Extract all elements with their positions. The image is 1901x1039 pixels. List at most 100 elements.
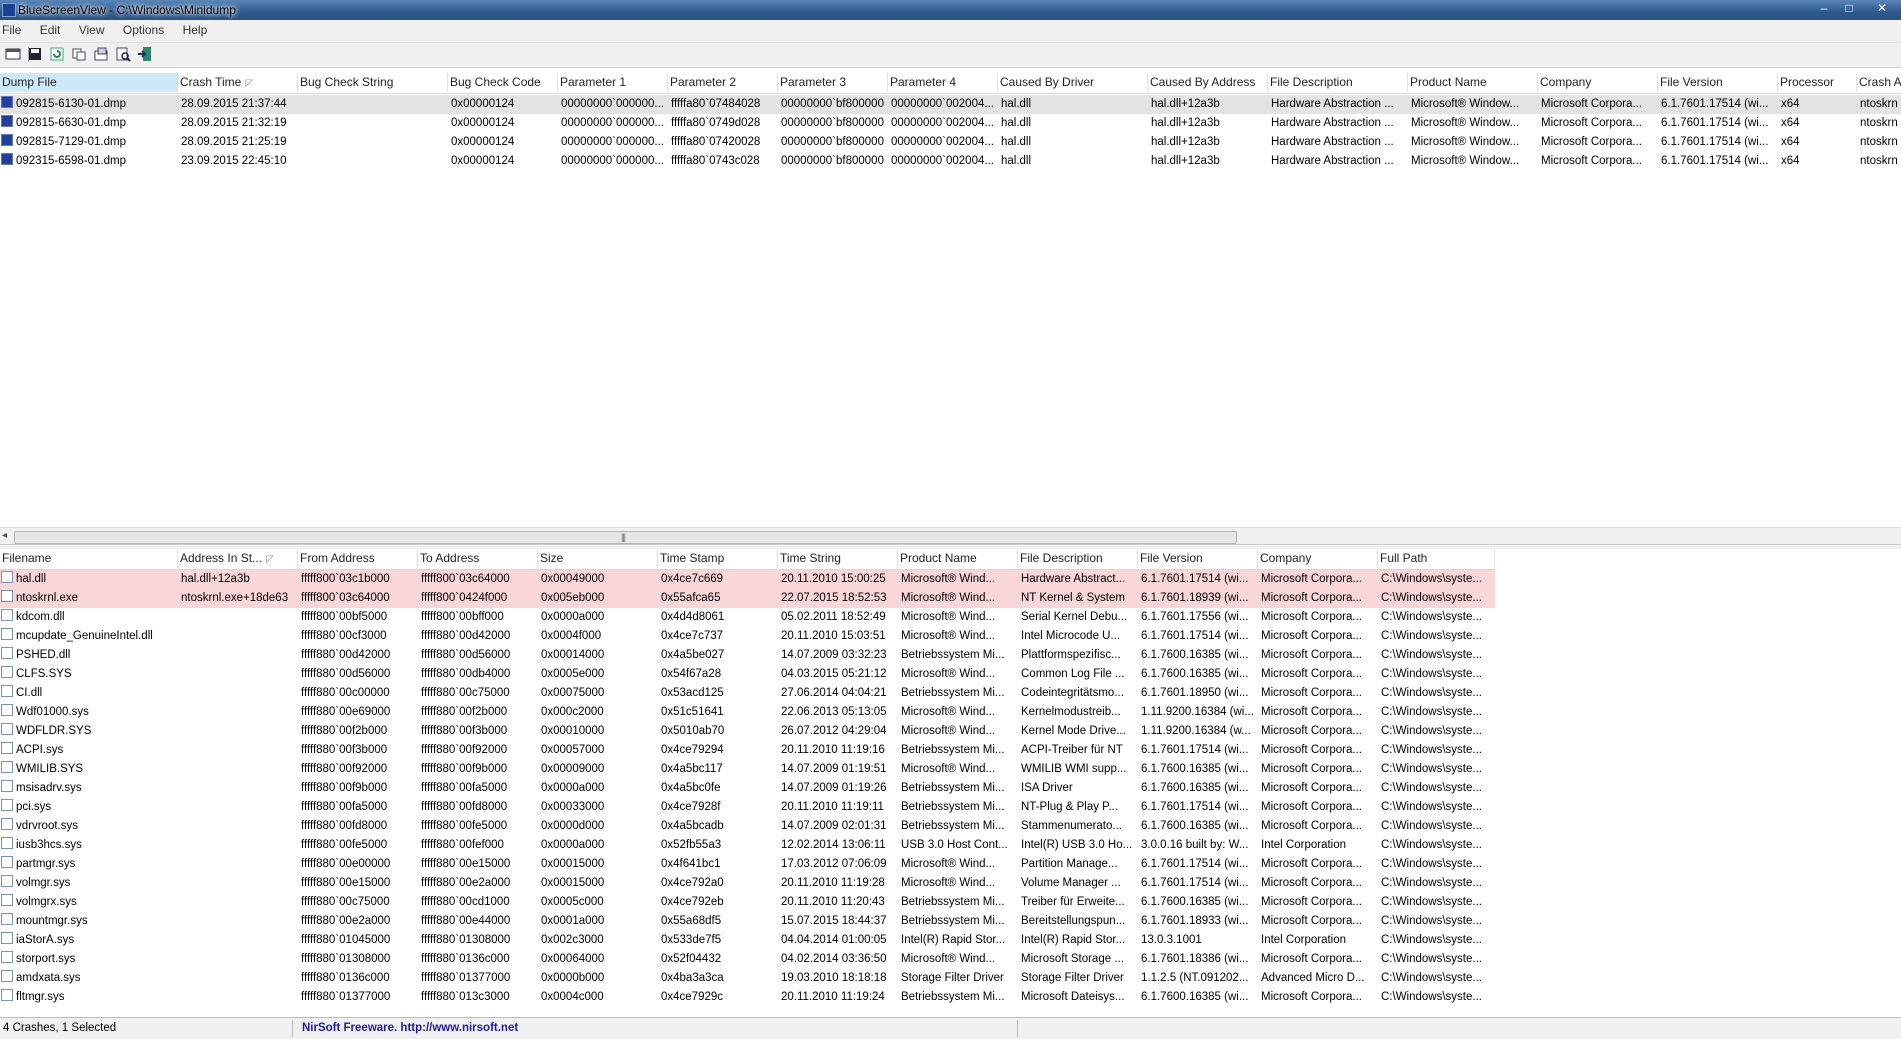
caused-by-driver-cell: hal.dll (998, 95, 1148, 114)
menu-edit[interactable]: Edit (31, 20, 67, 37)
crash-col-header[interactable]: Company (1538, 73, 1658, 92)
driver-row[interactable]: iaStorA.sys fffff880`01045000 fffff880`013… (0, 931, 1495, 950)
crash-col-header[interactable]: Parameter 1 (558, 73, 668, 92)
driver-row[interactable]: vdrvroot.sys fffff880`00fd8000 fffff880`00… (0, 817, 1495, 836)
driver-row[interactable]: storport.sys fffff880`01308000 fffff880`01… (0, 950, 1495, 969)
driver-row[interactable]: mountmgr.sys fffff880`00e2a000 fffff880`00… (0, 912, 1495, 931)
cell-text: fffffa80`07420028 (671, 136, 761, 148)
save-html-report-icon[interactable] (5, 46, 21, 62)
driver-col-header[interactable]: File Version (1138, 549, 1258, 568)
product-name-cell: Intel(R) Rapid Stor... (898, 931, 1018, 950)
minimize-button[interactable]: ‒ (1812, 1, 1836, 17)
nirsoft-link[interactable]: NirSoft Freeware. http://www.nirsoft.net (302, 1022, 518, 1034)
driver-row[interactable]: WMILIB.SYS fffff880`00f92000 fffff880`00f9… (0, 760, 1495, 779)
cell-text: 6.1.7601.18939 (wi... (1141, 592, 1249, 604)
find-icon[interactable] (115, 46, 131, 62)
from-address-cell: fffff880`00f9b000 (298, 779, 418, 798)
driver-row[interactable]: hal.dll hal.dll+12a3b fffff800`03c1b000 fff… (0, 570, 1495, 589)
cell-text: 00000000`bf800000 (781, 98, 884, 110)
driver-row[interactable]: PSHED.dll fffff880`00d42000 fffff880`00d56… (0, 646, 1495, 665)
scroll-left-icon[interactable]: ◂ (2, 530, 7, 541)
driver-row[interactable]: CLFS.SYS fffff880`00d56000 fffff880`00db40… (0, 665, 1495, 684)
product-name-cell: Betriebssystem Mi... (898, 893, 1018, 912)
menu-options[interactable]: Options (114, 20, 170, 37)
driver-row[interactable]: pci.sys fffff880`00fa5000 fffff880`00fd800… (0, 798, 1495, 817)
crash-col-header[interactable]: Product Name (1408, 73, 1538, 92)
crash-col-header[interactable]: Dump File (0, 73, 178, 92)
time-stamp-cell: 0x4ce792a0 (658, 874, 778, 893)
cell-text: 28.09.2015 21:37:44 (181, 98, 287, 110)
crash-col-header[interactable]: Bug Check String (298, 73, 448, 92)
driver-col-header[interactable]: Time Stamp (658, 549, 778, 568)
driver-file-icon (1, 666, 13, 678)
driver-col-header[interactable]: To Address (418, 549, 538, 568)
menu-file[interactable]: File (0, 20, 27, 37)
driver-col-header[interactable]: Full Path (1378, 549, 1495, 568)
time-stamp-cell: 0x533de7f5 (658, 931, 778, 950)
driver-row[interactable]: partmgr.sys fffff880`00e00000 fffff880`00e… (0, 855, 1495, 874)
driver-row[interactable]: amdxata.sys fffff880`0136c000 fffff880`013… (0, 969, 1495, 988)
crash-row[interactable]: 092315-6598-01.dmp 23.09.2015 22:45:10 0x0… (0, 152, 1901, 171)
driver-row[interactable]: volmgrx.sys fffff880`00c75000 fffff880`00c… (0, 893, 1495, 912)
crash-col-header[interactable]: Caused By Driver (998, 73, 1148, 92)
driver-row[interactable]: volmgr.sys fffff880`00e15000 fffff880`00e2… (0, 874, 1495, 893)
driver-col-header[interactable]: Product Name (898, 549, 1018, 568)
driver-col-header[interactable]: File Description (1018, 549, 1138, 568)
crash-col-header[interactable]: Bug Check Code (448, 73, 558, 92)
crash-col-header[interactable]: Processor (1778, 73, 1857, 92)
close-button[interactable]: ✕ (1870, 1, 1894, 17)
cell-text: CI.dll (16, 687, 43, 699)
driver-row[interactable]: ACPI.sys fffff880`00f3b000 fffff880`00f920… (0, 741, 1495, 760)
crash-col-header[interactable]: File Version (1658, 73, 1778, 92)
sort-arrow-icon: ◸ (266, 554, 274, 565)
crash-col-header[interactable]: Caused By Address (1148, 73, 1268, 92)
crash-col-header[interactable]: Crash Time ◸ (178, 73, 298, 92)
crash-col-header[interactable]: Parameter 4 (888, 73, 998, 92)
driver-row[interactable]: ntoskrnl.exe ntoskrnl.exe+18de63 fffff800`… (0, 589, 1495, 608)
exit-icon[interactable] (137, 46, 153, 62)
driver-col-header[interactable]: Size (538, 549, 658, 568)
driver-col-header[interactable]: From Address (298, 549, 418, 568)
column-label: Address In St... (180, 551, 263, 565)
crash-col-header[interactable]: Parameter 2 (668, 73, 778, 92)
driver-row[interactable]: WDFLDR.SYS fffff880`00f2b000 fffff880`00f3… (0, 722, 1495, 741)
column-label: Crash A (1859, 75, 1901, 89)
from-address-cell: fffff880`00d42000 (298, 646, 418, 665)
cell-text: hal.dll+12a3b (1151, 136, 1220, 148)
driver-row[interactable]: kdcom.dll fffff800`00bf5000 fffff800`00bff… (0, 608, 1495, 627)
crash-row[interactable]: 092815-6630-01.dmp 28.09.2015 21:32:19 0x0… (0, 114, 1901, 133)
file-description-cell: Hardware Abstraction ... (1268, 152, 1408, 171)
product-name-cell: Microsoft® Window... (1408, 133, 1538, 152)
cell-text: C:\Windows\syste... (1381, 744, 1482, 756)
cell-text: 6.1.7600.16385 (wi... (1141, 668, 1249, 680)
menu-view[interactable]: View (70, 20, 111, 37)
driver-row[interactable]: CI.dll fffff880`00c00000 fffff880`00c75000… (0, 684, 1495, 703)
driver-col-header[interactable]: Address In St... ◸ (178, 549, 298, 568)
driver-col-header[interactable]: Company (1258, 549, 1378, 568)
crash-col-header[interactable]: Crash A (1857, 73, 1901, 92)
crash-row[interactable]: 092815-7129-01.dmp 28.09.2015 21:25:19 0x0… (0, 133, 1901, 152)
full-path-cell: C:\Windows\syste... (1378, 703, 1495, 722)
refresh-icon[interactable] (49, 46, 65, 62)
crash-col-header[interactable]: File Description (1268, 73, 1408, 92)
driver-col-header[interactable]: Time String (778, 549, 898, 568)
crash-col-header[interactable]: Parameter 3 (778, 73, 888, 92)
driver-col-header[interactable]: Filename (0, 549, 178, 568)
save-icon[interactable] (27, 46, 43, 62)
driver-row[interactable]: Wdf01000.sys fffff880`00e69000 fffff880`00… (0, 703, 1495, 722)
cell-text: 0x4a5bc0fe (661, 782, 721, 794)
file-version-cell: 6.1.7600.16385 (wi... (1138, 665, 1258, 684)
cell-text: 0x55a68df5 (661, 915, 722, 927)
properties-icon[interactable] (93, 46, 109, 62)
driver-row[interactable]: mcupdate_GenuineIntel.dll fffff880`00cf30… (0, 627, 1495, 646)
menu-help[interactable]: Help (174, 20, 214, 37)
driver-row[interactable]: msisadrv.sys fffff880`00f9b000 fffff880`00… (0, 779, 1495, 798)
maximize-button[interactable]: □ (1837, 1, 1861, 17)
driver-row[interactable]: iusb3hcs.sys fffff880`00fe5000 fffff880`00… (0, 836, 1495, 855)
driver-row[interactable]: fltmgr.sys fffff880`01377000 fffff880`013c… (0, 988, 1495, 1007)
scrollbar-thumb[interactable]: ||| (14, 531, 1237, 544)
cell-text: Microsoft Corpora... (1261, 668, 1362, 680)
copy-icon[interactable] (71, 46, 87, 62)
crash-row[interactable]: 092815-6130-01.dmp 28.09.2015 21:37:44 0x0… (0, 95, 1901, 114)
horizontal-scrollbar[interactable]: ◂ ||| (0, 527, 1901, 545)
